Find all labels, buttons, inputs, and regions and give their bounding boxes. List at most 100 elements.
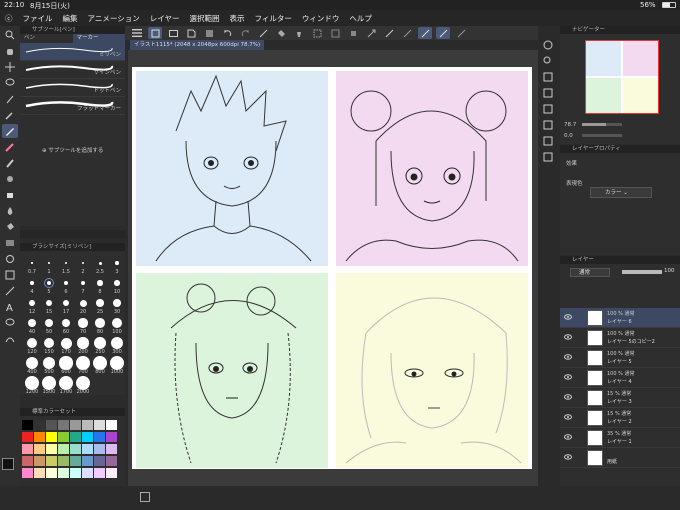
brush-size-dot[interactable]	[60, 337, 72, 349]
figure-tool-icon[interactable]	[2, 252, 18, 266]
color-swatch[interactable]	[46, 444, 57, 454]
eye-icon[interactable]	[564, 434, 572, 440]
color-swatch[interactable]	[94, 468, 105, 478]
eraser-tool-icon[interactable]	[2, 188, 18, 202]
brush-size-dot[interactable]	[26, 337, 38, 349]
color-swatch[interactable]	[22, 468, 33, 478]
layer-row[interactable]: 100 % 通常 レイヤー 5	[560, 348, 680, 368]
pencil-tool-icon[interactable]	[2, 140, 18, 154]
subtool-item[interactable]: サインペン	[20, 61, 125, 79]
subtool-item[interactable]: ドットペン	[20, 79, 125, 97]
airbrush-icon[interactable]	[2, 172, 18, 186]
layer-row[interactable]: 15 % 通常 レイヤー 3	[560, 388, 680, 408]
color-swatch[interactable]	[106, 420, 117, 430]
color-swatch[interactable]	[34, 444, 45, 454]
gallery-icon[interactable]	[166, 27, 180, 39]
brush-tool-icon[interactable]	[2, 156, 18, 170]
modifier-key-icon[interactable]	[148, 27, 162, 39]
fill-icon[interactable]	[274, 27, 288, 39]
navigator-preview[interactable]	[585, 40, 659, 114]
color-swatch[interactable]	[22, 432, 33, 442]
layer-property-dock-icon[interactable]	[540, 102, 556, 116]
brush-size-dot[interactable]	[59, 376, 73, 390]
subtool-item[interactable]: ミリペン	[20, 43, 125, 61]
color-swatch[interactable]	[46, 468, 57, 478]
subtool-item[interactable]: フラットマーカー	[20, 97, 125, 115]
brush-size-dot[interactable]	[29, 300, 35, 306]
color-swatch[interactable]	[34, 456, 45, 466]
brush-size-dot[interactable]	[98, 261, 102, 265]
eye-icon[interactable]	[564, 374, 572, 380]
undo-icon[interactable]	[220, 27, 234, 39]
brush-size-dot[interactable]	[48, 262, 50, 264]
add-subtool-button[interactable]: ⊕ サブツールを追加する	[42, 146, 103, 154]
material-dock-icon[interactable]	[540, 134, 556, 148]
brush-size-dot[interactable]	[96, 299, 104, 307]
zoom-value[interactable]: 78.7	[564, 122, 576, 128]
menu-file[interactable]: ファイル	[18, 13, 58, 24]
menu-window[interactable]: ウィンドウ	[297, 13, 345, 24]
color-swatch[interactable]	[82, 420, 93, 430]
gradient-tool-icon[interactable]	[2, 236, 18, 250]
layer-row[interactable]: 用紙	[560, 448, 680, 468]
brush-size-dot[interactable]	[113, 299, 121, 307]
brush-size-dot[interactable]	[45, 299, 53, 307]
brush-size-dot[interactable]	[115, 261, 119, 265]
brush-size-dot[interactable]	[110, 356, 124, 370]
brush-size-dot[interactable]	[94, 337, 106, 349]
menu-view[interactable]: 表示	[224, 13, 249, 24]
balloon-tool-icon[interactable]	[2, 316, 18, 330]
blend-tool-icon[interactable]	[2, 204, 18, 218]
brush-size-dot[interactable]	[76, 376, 90, 390]
move-tool-icon[interactable]	[2, 60, 18, 74]
brush-size-dot[interactable]	[31, 262, 33, 264]
color-swatch[interactable]	[58, 456, 69, 466]
eye-icon[interactable]	[564, 394, 572, 400]
snap-ruler-icon[interactable]	[382, 27, 396, 39]
deselect-icon[interactable]	[328, 27, 342, 39]
redo-icon[interactable]	[238, 27, 252, 39]
layer-row[interactable]: 15 % 通常 レイヤー 2	[560, 408, 680, 428]
snap-grid-icon[interactable]	[436, 27, 450, 39]
brush-size-dot[interactable]	[110, 336, 124, 350]
fill-tool-icon[interactable]	[2, 220, 18, 234]
tab-marker[interactable]: マーカー	[72, 34, 125, 43]
brush-size-dot[interactable]	[25, 376, 39, 390]
ruler-icon[interactable]	[454, 27, 468, 39]
color-swatch[interactable]	[46, 456, 57, 466]
brush-size-dot[interactable]	[81, 261, 85, 265]
pen-tool-icon[interactable]	[2, 124, 18, 138]
color-swatch[interactable]	[22, 420, 33, 430]
snap-special-ruler-icon[interactable]	[418, 27, 432, 39]
color-swatch[interactable]	[94, 432, 105, 442]
color-swatch[interactable]	[58, 432, 69, 442]
brush-size-dot[interactable]	[30, 281, 34, 285]
opacity-value[interactable]: 100	[664, 268, 675, 274]
save-icon[interactable]	[202, 27, 216, 39]
snap-icon[interactable]	[400, 27, 414, 39]
expression-color-select[interactable]: カラー ⌄	[590, 187, 652, 198]
menu-filter[interactable]: フィルター	[249, 13, 296, 24]
color-swatch[interactable]	[70, 432, 81, 442]
new-file-icon[interactable]	[184, 27, 198, 39]
brush-size-dot[interactable]	[42, 376, 56, 390]
brush-size-dot[interactable]	[76, 356, 90, 370]
brush-size-dot[interactable]	[93, 356, 107, 370]
color-swatch[interactable]	[94, 420, 105, 430]
auto-select-icon[interactable]	[2, 92, 18, 106]
color-swatch[interactable]	[22, 456, 33, 466]
color-swatch[interactable]	[106, 468, 117, 478]
info-icon[interactable]	[140, 492, 150, 502]
brush-size-dot[interactable]	[63, 280, 69, 286]
eye-icon[interactable]	[564, 314, 572, 320]
brush-size-dot[interactable]	[77, 337, 89, 349]
bucket-icon[interactable]	[292, 27, 306, 39]
menu-animation[interactable]: アニメーション	[83, 13, 145, 24]
color-swatch[interactable]	[106, 432, 117, 442]
ruler-tool-icon[interactable]	[2, 284, 18, 298]
brush-size-dot[interactable]	[79, 299, 87, 307]
menu-help[interactable]: ヘルプ	[344, 13, 377, 24]
angle-value[interactable]: 0.0	[564, 133, 573, 139]
auto-action-dock-icon[interactable]	[540, 150, 556, 164]
eyedropper-icon[interactable]	[2, 108, 18, 122]
